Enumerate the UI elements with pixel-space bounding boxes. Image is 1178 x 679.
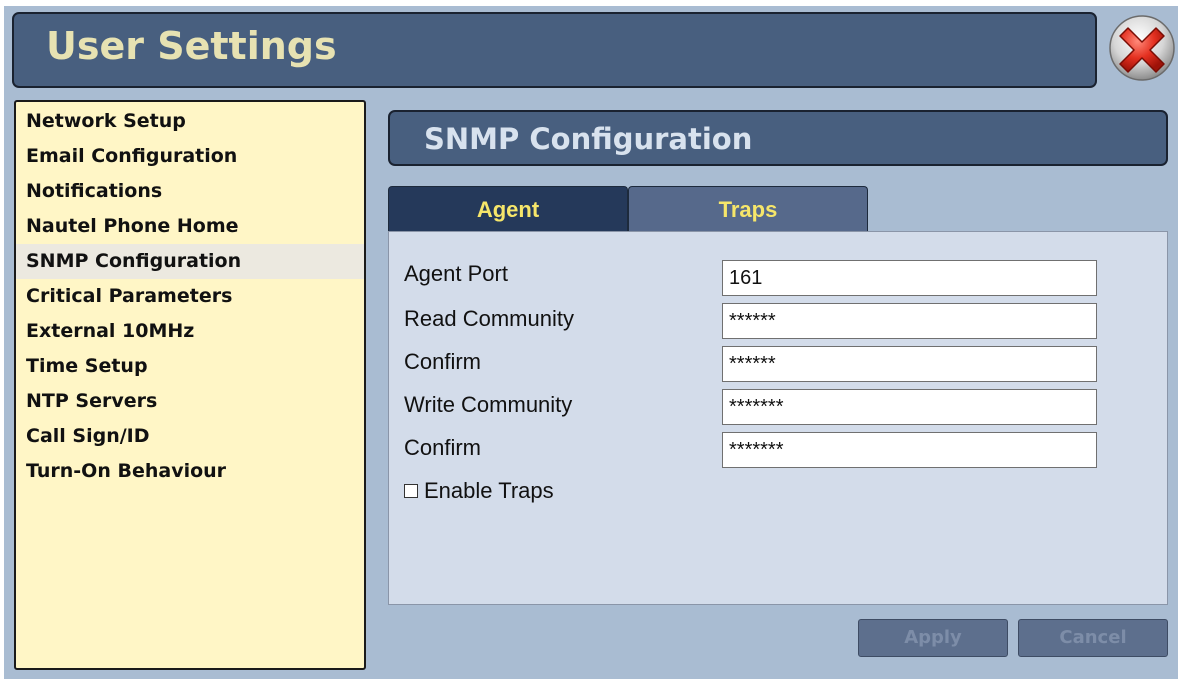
sidebar-item-snmp-configuration[interactable]: SNMP Configuration [16,244,364,279]
read-community-confirm-input[interactable] [722,346,1097,382]
sidebar-item-notifications[interactable]: Notifications [16,174,364,209]
sidebar-item-critical-parameters[interactable]: Critical Parameters [16,279,364,314]
sidebar-item-network-setup[interactable]: Network Setup [16,104,364,139]
read-community-input[interactable] [722,303,1097,339]
enable-traps-checkbox[interactable]: Enable Traps [404,478,554,504]
write-community-input[interactable] [722,389,1097,425]
sidebar-item-time-setup[interactable]: Time Setup [16,349,364,384]
close-button[interactable] [1108,14,1176,82]
write-community-label: Write Community [404,392,573,417]
sidebar-item-external-10mhz[interactable]: External 10MHz [16,314,364,349]
agent-port-input[interactable] [722,260,1097,296]
checkbox-icon[interactable] [404,484,418,498]
write-community-confirm-label: Confirm [404,435,482,460]
sidebar-item-nautel-phone-home[interactable]: Nautel Phone Home [16,209,364,244]
cancel-button[interactable]: Cancel [1018,619,1168,657]
sidebar-item-turn-on-behaviour[interactable]: Turn-On Behaviour [16,454,364,489]
title-bar: User Settings [12,12,1097,88]
sidebar-item-email-configuration[interactable]: Email Configuration [16,139,364,174]
agent-port-label: Agent Port [404,261,508,286]
tab-traps[interactable]: Traps [628,186,868,232]
section-title: SNMP Configuration [424,122,753,156]
sidebar-menu: Network Setup Email Configuration Notifi… [14,100,366,670]
apply-button[interactable]: Apply [858,619,1008,657]
sidebar-item-call-sign-id[interactable]: Call Sign/ID [16,419,364,454]
sidebar-item-ntp-servers[interactable]: NTP Servers [16,384,364,419]
section-header: SNMP Configuration [388,110,1168,166]
tab-agent[interactable]: Agent [388,186,628,232]
read-community-label: Read Community [404,306,574,331]
close-icon [1109,15,1175,81]
window-title: User Settings [46,24,337,68]
read-community-confirm-label: Confirm [404,349,482,374]
write-community-confirm-input[interactable] [722,432,1097,468]
enable-traps-label: Enable Traps [424,478,554,503]
